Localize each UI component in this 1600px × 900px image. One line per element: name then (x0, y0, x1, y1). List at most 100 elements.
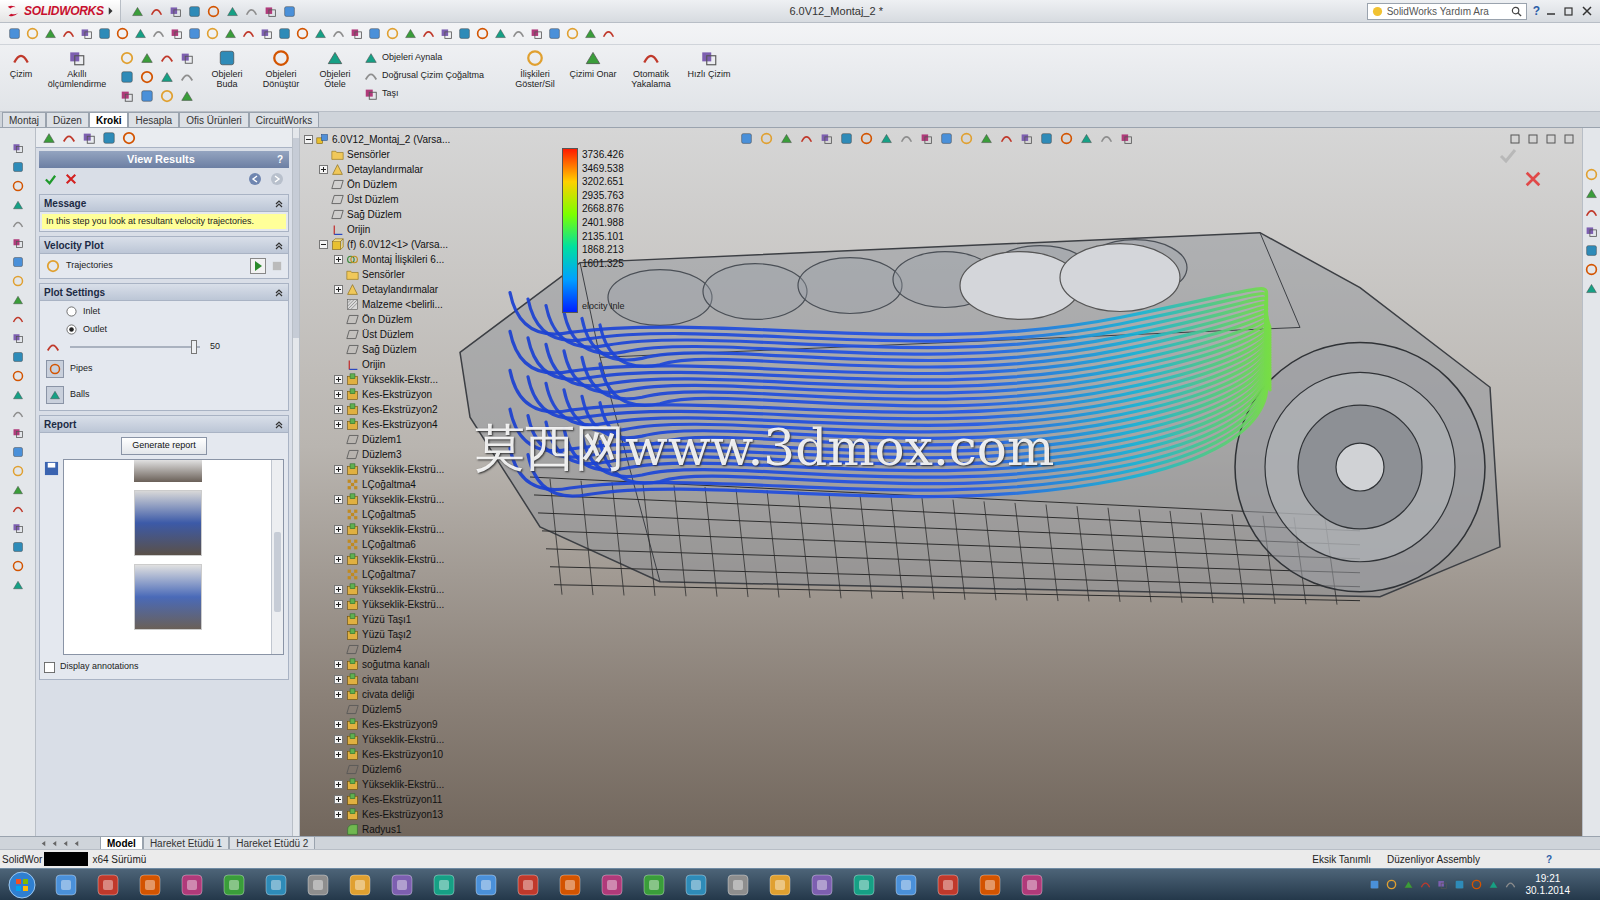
view-tool-icon[interactable] (820, 132, 833, 145)
sketch-tool-icon[interactable] (12, 275, 24, 287)
expand-icon[interactable] (334, 465, 343, 474)
toolbar-icon[interactable] (152, 27, 165, 40)
command-icon[interactable] (364, 87, 378, 101)
sketch-tool-icon[interactable] (12, 332, 24, 344)
expand-icon[interactable] (334, 795, 343, 804)
toolbar-icon[interactable] (278, 27, 291, 40)
tray-icon[interactable] (1437, 879, 1448, 890)
expand-icon[interactable] (334, 720, 343, 729)
quick-access-icon[interactable] (245, 5, 258, 18)
expand-icon[interactable] (334, 780, 343, 789)
status-help[interactable]: ? (1538, 852, 1560, 867)
task-pane-icon[interactable] (1585, 187, 1598, 200)
toolbar-icon[interactable] (566, 27, 579, 40)
tray-icon[interactable] (1505, 879, 1516, 890)
generate-report-button[interactable]: Generate report (121, 437, 207, 455)
clock[interactable]: 19:2130.1.2014 (1526, 873, 1600, 897)
command-tab[interactable]: Düzen (46, 112, 89, 127)
trajectories-icon[interactable] (46, 259, 60, 273)
tree-item[interactable]: 6.0V12_Montaj_2 (Varsa... (304, 132, 450, 147)
magnifier-icon[interactable] (1511, 6, 1522, 17)
expand-icon[interactable] (334, 600, 343, 609)
sketch-entity-icon[interactable] (180, 51, 194, 65)
cancel-corner-icon[interactable] (1524, 170, 1542, 188)
manager-tab-icon[interactable] (102, 131, 116, 145)
next-icon[interactable] (270, 172, 284, 186)
expand-icon[interactable] (334, 735, 343, 744)
tree-item[interactable]: civata tabanı (304, 672, 450, 687)
tray-icon[interactable] (1403, 879, 1414, 890)
toolbar-icon[interactable] (206, 27, 219, 40)
toolbar-icon[interactable] (26, 27, 39, 40)
sketch-tool-icon[interactable] (12, 560, 24, 572)
view-tool-icon[interactable] (1060, 132, 1073, 145)
view-tool-icon[interactable] (1020, 132, 1033, 145)
expand-icon[interactable] (334, 390, 343, 399)
pm-help-button[interactable]: ? (277, 152, 283, 167)
tree-item[interactable]: Düzlem4 (304, 642, 450, 657)
sketch-entity-icon[interactable] (140, 89, 154, 103)
tree-item[interactable]: Yükseklik-Ekstrü... (304, 582, 450, 597)
radio-selected-icon[interactable] (66, 324, 77, 335)
view-tool-icon[interactable] (760, 132, 773, 145)
tree-item[interactable]: Kes-Ekstrüzyon11 (304, 792, 450, 807)
collapse-icon[interactable] (319, 240, 328, 249)
tree-item[interactable]: Yükseklik-Ekstrü... (304, 777, 450, 792)
command-row[interactable]: Doğrusal Çizim Çoğaltma (364, 69, 504, 83)
taskbar-app-icon[interactable] (180, 873, 204, 897)
sketch-tool-icon[interactable] (12, 503, 24, 515)
tree-item[interactable]: Montaj İlişkileri 6... (304, 252, 450, 267)
taskbar-app-icon[interactable] (642, 873, 666, 897)
tree-item[interactable]: Sensörler (304, 267, 450, 282)
command-icon[interactable] (12, 49, 30, 67)
sketch-tool-icon[interactable] (12, 161, 24, 173)
restore-icon[interactable] (1564, 6, 1574, 16)
task-pane-icon[interactable] (1585, 263, 1598, 276)
expand-icon[interactable] (334, 525, 343, 534)
tree-item[interactable]: (f) 6.0V12<1> (Varsa... (304, 237, 450, 252)
tree-item[interactable]: Yüzü Taşı1 (304, 612, 450, 627)
sketch-entity-icon[interactable] (140, 51, 154, 65)
toolbar-icon[interactable] (350, 27, 363, 40)
expand-icon[interactable] (334, 495, 343, 504)
tree-item[interactable]: Yükseklik-Ekstr... (304, 372, 450, 387)
toolbar-icon[interactable] (368, 27, 381, 40)
toolbar-icon[interactable] (98, 27, 111, 40)
command-button[interactable]: Çizim (4, 49, 38, 79)
toolbar-icon[interactable] (332, 27, 345, 40)
view-tool-icon[interactable] (880, 132, 893, 145)
view-tool-icon[interactable] (1120, 132, 1133, 145)
tree-item[interactable]: Ön Düzlem (304, 312, 450, 327)
collapse-icon[interactable] (274, 287, 284, 297)
view-tool-icon[interactable] (1080, 132, 1093, 145)
sketch-tool-icon[interactable] (12, 579, 24, 591)
command-icon[interactable] (584, 49, 602, 67)
tree-item[interactable]: Kes-Ekstrüzyon10 (304, 747, 450, 762)
command-icon[interactable] (642, 49, 660, 67)
sketch-entity-icon[interactable] (160, 70, 174, 84)
option-icon[interactable] (49, 363, 61, 375)
tree-item[interactable]: Malzeme <belirli... (304, 297, 450, 312)
toolbar-icon[interactable] (224, 27, 237, 40)
checkbox-icon[interactable] (44, 662, 55, 673)
tree-item[interactable]: Yükseklik-Ekstrü... (304, 492, 450, 507)
section-header[interactable]: Report (40, 416, 288, 433)
tree-item[interactable]: civata deliği (304, 687, 450, 702)
tree-item[interactable]: Düzlem5 (304, 702, 450, 717)
viewport-control-icon[interactable] (1510, 134, 1520, 144)
taskbar-app-icon[interactable] (978, 873, 1002, 897)
toolbar-icon[interactable] (404, 27, 417, 40)
tree-item[interactable]: Yükseklik-Ekstrü... (304, 597, 450, 612)
task-pane-icon[interactable] (1585, 168, 1598, 181)
tree-item[interactable]: Kes-Ekstrüzyon4 (304, 417, 450, 432)
sketch-entity-icon[interactable] (120, 70, 134, 84)
expand-icon[interactable] (334, 555, 343, 564)
tree-item[interactable]: Üst Düzlem (304, 192, 450, 207)
section-header[interactable]: Velocity Plot (40, 237, 288, 254)
taskbar-app-icon[interactable] (936, 873, 960, 897)
back-icon[interactable] (248, 172, 262, 186)
tab-nav-icon[interactable] (73, 840, 80, 847)
tree-item[interactable]: Kes-Ekstrüzyon (304, 387, 450, 402)
close-icon[interactable] (1582, 6, 1592, 16)
sketch-tool-icon[interactable] (12, 294, 24, 306)
